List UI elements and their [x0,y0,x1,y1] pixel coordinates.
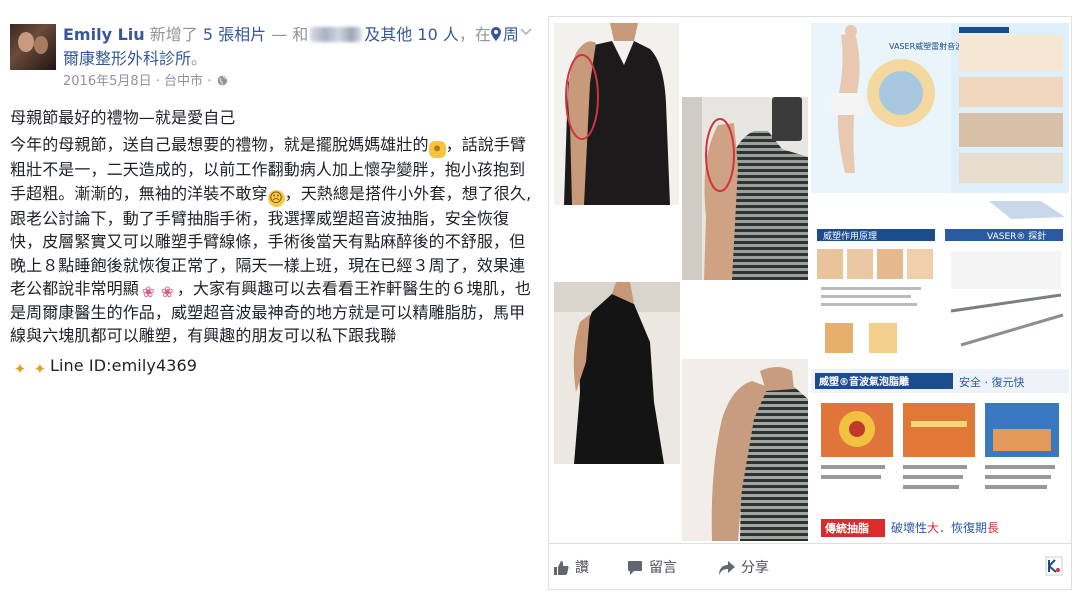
post-left-column: Emily Liu 新增了 5 張相片 — 和及其他 10 人，在 周爾康整形外科… [0,0,548,601]
vaser-principle-label: 威塑作用原理 [823,230,877,242]
party-popper-emoji-icon: ✦ [13,359,27,378]
post-meta: 2016年5月8日 · 台中市 · [63,73,228,91]
post-action-bar: 讚 留言 分享 [548,544,1072,590]
line-id-text: Line ID:emily4369 [50,355,198,375]
photo-vaser-principle[interactable]: 威塑作用原理 VASER® 探針 [811,195,1069,367]
vaser-principle-graphic: 威塑作用原理 VASER® 探針 [811,195,1069,367]
photo-before-arm-front[interactable] [554,23,679,205]
ribbon-emoji-icon: ❀ [160,283,174,302]
vaser-comparison-graphic: 威塑®音波氣泡脂雕 安全 · 復元快 傳統抽脂 破壞性大．恢復期長 [811,369,1069,541]
share-label: 分享 [741,560,769,576]
flexed-biceps-emoji-icon: ⚫ [428,141,446,159]
photo-after-arm-side[interactable] [554,282,680,464]
like-button[interactable]: 讚 [553,558,589,578]
chevron-down-icon[interactable] [520,28,532,36]
banner-bottom-left: 傳統抽脂 [824,521,869,535]
vaser-brochure-graphic: VASER威塑雷射音波抽脂 [811,23,1069,193]
share-button[interactable]: 分享 [719,558,769,578]
post-body: 母親節最好的禮物—就是愛自己 今年的母親節，送自己最想要的禮物，就是擺脫媽媽雄壯… [10,106,540,378]
author-name[interactable]: Emily Liu [63,25,145,44]
line-id-line: ✦ ✦ Line ID:emily4369 [10,354,540,378]
header-with-text: — 和 [266,25,309,44]
photo-before-arm-mirror[interactable] [682,97,808,280]
comment-label: 留言 [649,560,677,576]
like-icon [554,561,569,575]
photos-link[interactable]: 5 張相片 [203,25,266,44]
blurred-friend-name [310,27,363,42]
post-text-segment-1: 今年的母親節，送自己最想要的禮物，就是擺脫媽媽雄壯的 [10,135,429,155]
page-logo-icon[interactable] [1045,556,1063,576]
photo-before-arm-front-image [554,23,679,205]
photo-after-arm-side-image [554,282,680,464]
post-header: Emily Liu 新增了 5 張相片 — 和及其他 10 人，在 周爾康整形外科… [63,23,533,71]
banner-title: 威塑®音波氣泡脂雕 [819,375,909,388]
header-end-text: 。 [191,49,208,68]
banner-bottom-right-part3: ．恢復期 [939,520,987,535]
photo-after-arm-mirror-image [682,359,808,541]
post-paragraph: 今年的母親節，送自己最想要的禮物，就是擺脫媽媽雄壯的 ⚫ ，話說手臂粗壯不是一，二天… [10,133,540,347]
photo-before-arm-mirror-image [682,97,808,280]
comment-button[interactable]: 留言 [627,558,677,578]
banner-bottom-right-part2: 大 [927,521,939,535]
meta-separator: · [155,74,165,89]
banner-bottom-right-part4: 長 [987,521,999,535]
header-action-text: 新增了 [144,25,203,44]
party-popper-emoji-icon: ✦ [33,359,47,378]
map-pin-icon [490,27,501,41]
banner-tag: 安全 · 復元快 [959,375,1025,389]
photo-vaser-comparison[interactable]: 威塑®音波氣泡脂雕 安全 · 復元快 傳統抽脂 破壞性大．恢復期長 [811,369,1069,541]
meta-separator: · [207,74,216,89]
comment-icon [628,561,642,575]
share-icon [719,561,735,575]
header-at-text: ，在 [458,25,491,44]
ribbon-emoji-icon: ❀ [141,283,155,302]
photo-vaser-brochure-top[interactable]: VASER威塑雷射音波抽脂 [811,23,1069,193]
post-location[interactable]: 台中市 [164,74,203,89]
sad-face-emoji-icon: ☹ [267,189,285,207]
banner-bottom-right: 破壞性大．恢復期長 [891,520,999,535]
globe-icon[interactable] [217,75,228,86]
photo-after-arm-mirror[interactable] [682,359,808,541]
vaser-probe-label: VASER® 探針 [987,230,1046,242]
banner-bottom-right-part1: 破壞性 [891,520,927,535]
others-link[interactable]: 及其他 10 人 [364,25,459,44]
avatar[interactable] [10,24,56,70]
like-label: 讚 [575,560,589,576]
photo-grid: VASER威塑雷射音波抽脂 威塑作用原理 VASER® 探針 威塑®音波氣泡脂雕… [548,16,1072,544]
post-title-line: 母親節最好的禮物—就是愛自己 [10,108,236,127]
post-date[interactable]: 2016年5月8日 [63,74,152,89]
